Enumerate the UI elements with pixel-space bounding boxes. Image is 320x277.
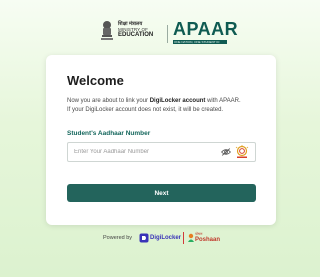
aadhaar-logo-icon xyxy=(235,145,249,158)
national-emblem-icon xyxy=(101,21,113,40)
digilocker-label: DigiLocker xyxy=(150,235,182,241)
poshan-logo: पोषण Poshaan xyxy=(195,232,223,243)
apaar-tagline: ONE NATION, ONE STUDENT ID xyxy=(173,40,227,44)
ministry-line-2: EDUCATION xyxy=(118,32,154,39)
ministry-of-education-label: शिक्षा मंत्रालय MINISTRY OF EDUCATION xyxy=(118,21,162,39)
apaar-logo: APAAR ONE NATION, ONE STUDENT ID xyxy=(173,19,239,44)
intro-bold: DigiLocker account xyxy=(149,98,206,104)
intro-text: Now you are about to link your DigiLocke… xyxy=(67,97,272,115)
poshan-logo-icon xyxy=(188,233,194,242)
aadhaar-field-label: Student's Aadhaar Number xyxy=(67,130,151,137)
welcome-card: Welcome Now you are about to link your D… xyxy=(46,55,276,225)
eye-slash-icon[interactable] xyxy=(221,148,231,156)
intro-suffix: with APAAR. xyxy=(205,98,241,104)
footer-divider xyxy=(183,232,184,244)
poshan-label: Poshaan xyxy=(195,236,221,243)
apaar-title: APAAR xyxy=(173,19,239,39)
header-divider xyxy=(167,25,168,43)
intro-line-2: If your DigiLocker account does not exis… xyxy=(67,107,224,113)
page-title: Welcome xyxy=(67,73,124,88)
digilocker-icon xyxy=(139,233,149,243)
footer-powered-by: Powered by DigiLocker पोषण Poshaan xyxy=(103,231,223,245)
intro-prefix: Now you are about to link your xyxy=(67,98,150,104)
next-button[interactable]: Next xyxy=(67,184,256,202)
powered-by-label: Powered by xyxy=(103,235,133,241)
header-logos: शिक्षा मंत्रालय MINISTRY OF EDUCATION AP… xyxy=(96,19,239,49)
